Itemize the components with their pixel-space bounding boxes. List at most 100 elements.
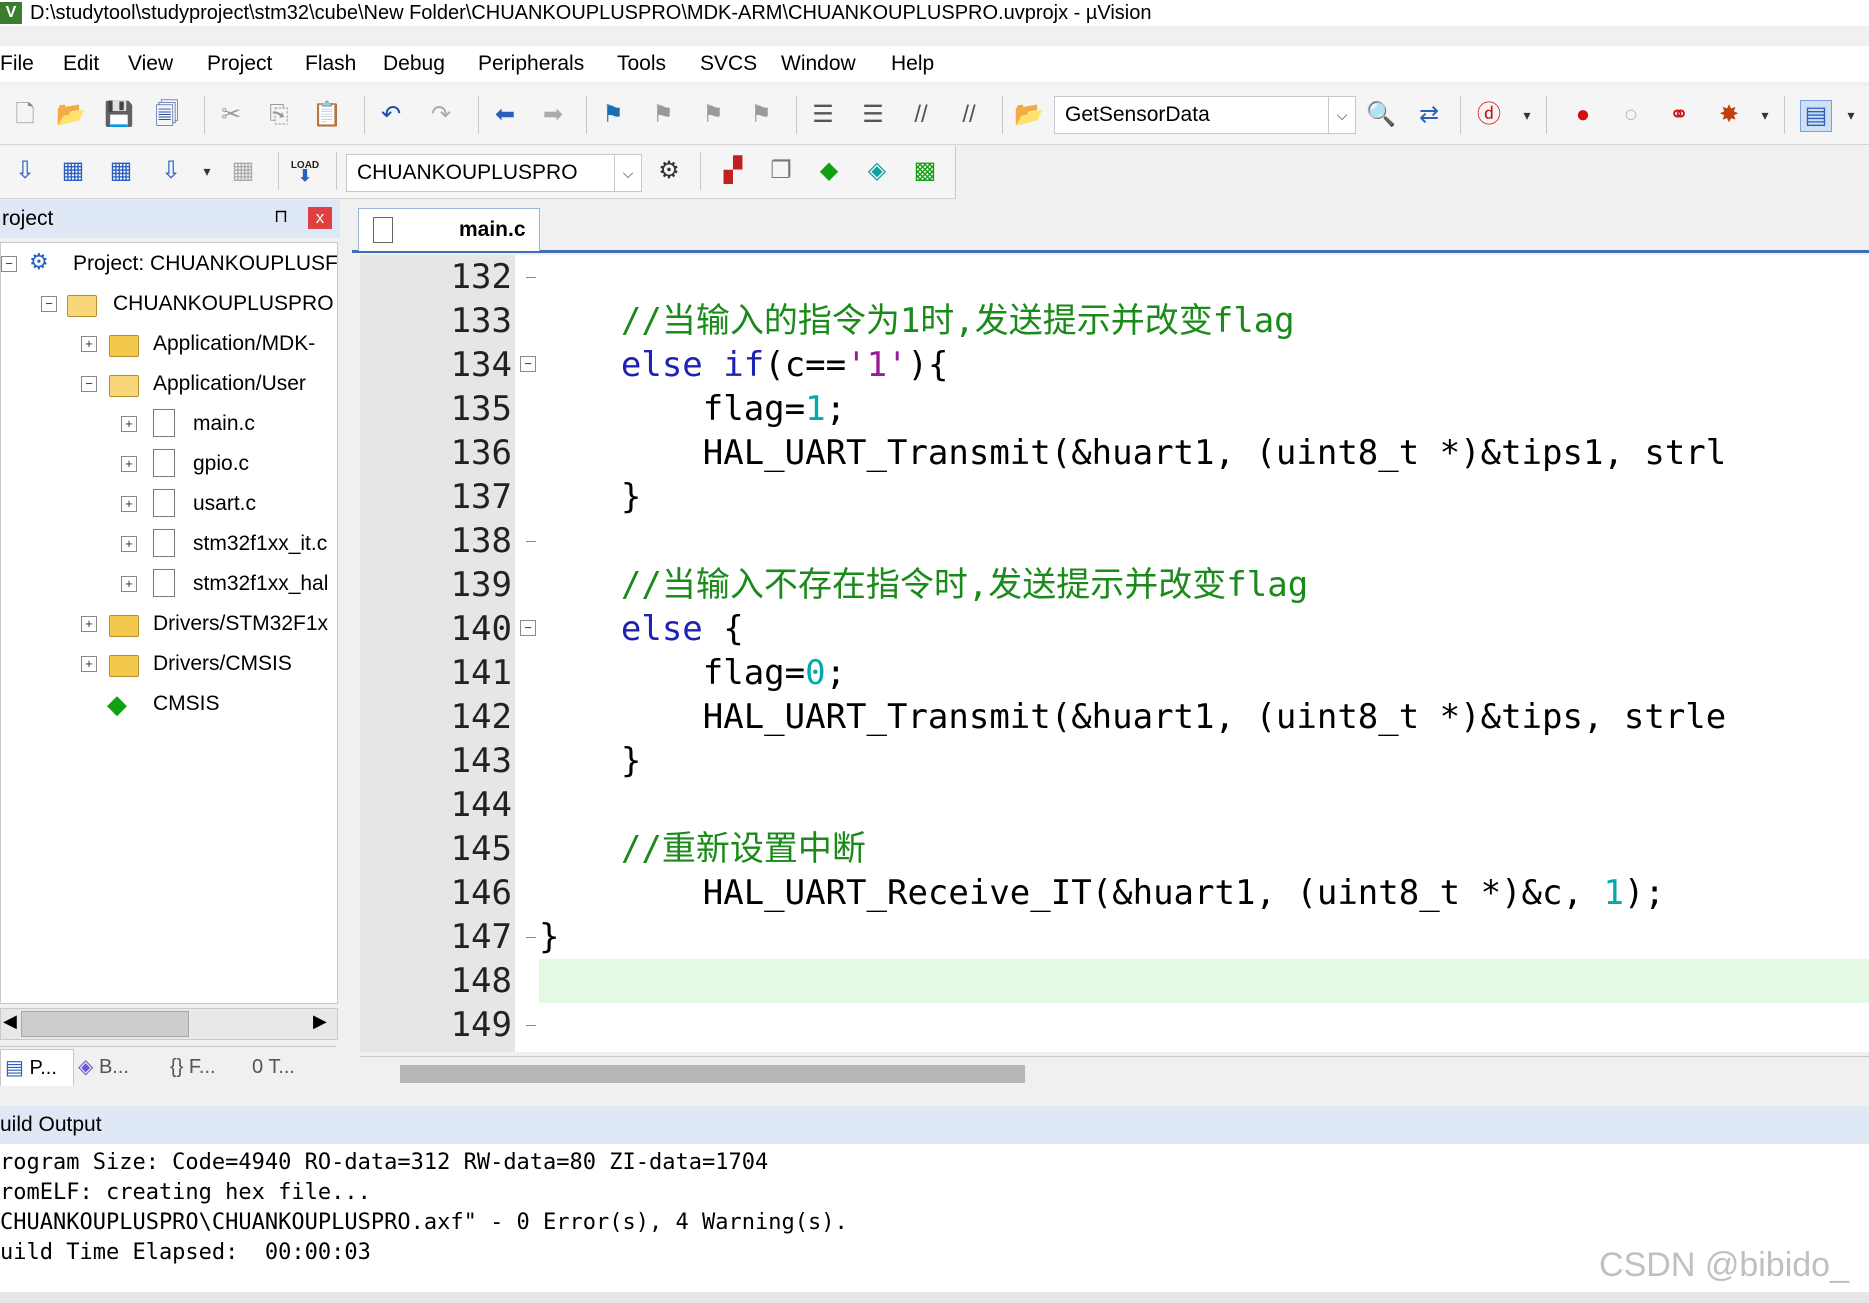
tree-item-file[interactable]: + gpio.c — [1, 447, 337, 485]
open-folder-icon[interactable]: 📂 — [56, 100, 86, 130]
pin-icon[interactable]: ⊓ — [274, 206, 288, 227]
target-combo[interactable]: CHUANKOUPLUSPRO ⌵ — [346, 154, 642, 192]
breakpoint-kill-all-icon[interactable]: ✸ — [1714, 100, 1744, 130]
menu-edit[interactable]: Edit — [63, 46, 99, 82]
expand-icon[interactable]: + — [121, 416, 137, 432]
bookmark-next-icon[interactable]: ⚑ — [698, 100, 728, 130]
tree-item-group[interactable]: + Drivers/STM32F1x — [1, 607, 337, 645]
unindent-icon[interactable]: ☰ — [858, 100, 888, 130]
expand-icon[interactable]: + — [81, 336, 97, 352]
uncomment-icon[interactable]: // — [954, 100, 984, 130]
debug-session-icon[interactable]: ⓓ — [1474, 100, 1504, 130]
tree-item-target[interactable]: − CHUANKOUPLUSPRO — [1, 287, 337, 325]
menu-peripherals[interactable]: Peripherals — [478, 46, 584, 82]
copy-icon[interactable]: ⎘ — [264, 100, 294, 130]
fold-collapse-icon[interactable]: − — [520, 620, 536, 636]
redo-icon[interactable]: ↷ — [426, 100, 456, 130]
code-area[interactable]: //当输入的指令为1时,发送提示并改变flag else if(c=='1'){… — [539, 255, 1869, 1052]
tab-main-c[interactable]: main.c — [358, 208, 540, 251]
tree-item-file[interactable]: + stm32f1xx_hal — [1, 567, 337, 605]
expand-icon[interactable]: + — [121, 456, 137, 472]
breakpoint-insert-icon[interactable]: ● — [1568, 100, 1598, 130]
collapse-icon[interactable]: − — [41, 296, 57, 312]
tree-item-group[interactable]: + Application/MDK- — [1, 327, 337, 365]
collapse-icon[interactable]: − — [81, 376, 97, 392]
editor-horizontal-scrollbar[interactable] — [360, 1056, 1869, 1087]
expand-icon[interactable]: + — [121, 536, 137, 552]
tree-item-group[interactable]: + Drivers/CMSIS — [1, 647, 337, 685]
menu-file[interactable]: File — [0, 46, 34, 82]
batch-build-icon[interactable]: ⇩ — [156, 156, 186, 186]
bookmark-prev-icon[interactable]: ⚑ — [648, 100, 678, 130]
manage-runtime-env-icon[interactable]: ◆ — [814, 156, 844, 186]
download-load-icon[interactable]: LOAD ⬇ — [290, 156, 320, 186]
tree-item-file[interactable]: + main.c — [1, 407, 337, 445]
tab-templates[interactable]: 0 T... — [252, 1049, 336, 1085]
undo-icon[interactable]: ↶ — [376, 100, 406, 130]
close-icon[interactable]: x — [308, 207, 332, 229]
fold-collapse-icon[interactable]: − — [520, 356, 536, 372]
expand-icon[interactable]: + — [81, 656, 97, 672]
save-all-icon[interactable]: 🗐 — [152, 100, 182, 130]
menu-help[interactable]: Help — [891, 46, 934, 82]
target-options-icon[interactable]: ⚙ — [654, 156, 684, 186]
scrollbar-thumb[interactable] — [21, 1011, 189, 1037]
find-combo[interactable]: GetSensorData ⌵ — [1054, 96, 1356, 134]
project-panel-header: roject ⊓ x — [0, 200, 340, 238]
comment-icon[interactable]: // — [906, 100, 936, 130]
tree-item-project[interactable]: − ⚙ Project: CHUANKOUPLUSF — [1, 247, 338, 285]
file-extensions-icon[interactable]: ▞ — [718, 156, 748, 186]
window-layout-dropdown-icon[interactable]: ▾ — [1836, 100, 1866, 130]
menu-svcs[interactable]: SVCS — [700, 46, 757, 82]
tab-functions[interactable]: {} F... — [170, 1049, 250, 1085]
find-icon[interactable]: 🔍 — [1366, 100, 1396, 130]
tree-item-component[interactable]: ◆ CMSIS — [1, 687, 337, 725]
navigate-back-icon[interactable]: ⬅ — [490, 100, 520, 130]
breakpoint-enable-icon[interactable]: ○ — [1616, 100, 1646, 130]
bookmark-toggle-icon[interactable]: ⚑ — [598, 100, 628, 130]
tree-item-file[interactable]: + usart.c — [1, 487, 337, 525]
menu-view[interactable]: View — [128, 46, 173, 82]
menu-flash[interactable]: Flash — [305, 46, 356, 82]
scroll-left-icon[interactable]: ◀ — [3, 1011, 17, 1032]
menu-debug[interactable]: Debug — [383, 46, 445, 82]
pack-installer-icon[interactable]: ▩ — [910, 156, 940, 186]
stop-build-icon[interactable]: ▦ — [228, 156, 258, 186]
indent-icon[interactable]: ☰ — [808, 100, 838, 130]
build-icon[interactable]: ▦ — [58, 156, 88, 186]
rebuild-icon[interactable]: ▦ — [106, 156, 136, 186]
navigate-forward-icon[interactable]: ➡ — [538, 100, 568, 130]
select-packs-icon[interactable]: ◈ — [862, 156, 892, 186]
tab-project[interactable]: ▤ P... — [0, 1049, 74, 1086]
menu-project[interactable]: Project — [207, 46, 272, 82]
paste-icon[interactable]: 📋 — [312, 100, 342, 130]
collapse-icon[interactable]: − — [1, 256, 17, 272]
menu-tools[interactable]: Tools — [617, 46, 666, 82]
menu-window[interactable]: Window — [781, 46, 856, 82]
expand-icon[interactable]: + — [121, 576, 137, 592]
expand-icon[interactable]: + — [81, 616, 97, 632]
translate-icon[interactable]: ⇩ — [10, 156, 40, 186]
incremental-find-icon[interactable]: ⇄ — [1414, 100, 1444, 130]
tree-item-group[interactable]: − Application/User — [1, 367, 337, 405]
manage-multi-project-icon[interactable]: ❐ — [766, 156, 796, 186]
cut-icon[interactable]: ✂ — [216, 100, 246, 130]
tree-horizontal-scrollbar[interactable]: ◀ ▶ — [0, 1008, 338, 1040]
expand-icon[interactable]: + — [121, 496, 137, 512]
debug-dropdown-icon[interactable]: ▾ — [1512, 100, 1542, 130]
scroll-right-icon[interactable]: ▶ — [313, 1011, 327, 1032]
tree-item-file[interactable]: + stm32f1xx_it.c — [1, 527, 337, 565]
batch-build-dropdown-icon[interactable]: ▾ — [192, 156, 222, 186]
breakpoint-dropdown-icon[interactable]: ▾ — [1750, 100, 1780, 130]
chevron-down-icon[interactable]: ⌵ — [614, 155, 641, 191]
window-layout-icon[interactable]: ▤ — [1800, 100, 1832, 132]
breakpoint-disable-all-icon[interactable]: ⚭ — [1664, 100, 1694, 130]
find-in-files-icon[interactable]: 📂 — [1014, 100, 1044, 130]
scrollbar-thumb[interactable] — [400, 1065, 1025, 1083]
chevron-down-icon[interactable]: ⌵ — [1328, 97, 1355, 133]
save-icon[interactable]: 💾 — [104, 100, 134, 130]
tab-books[interactable]: ◈ B... — [78, 1049, 158, 1085]
bookmark-clear-icon[interactable]: ⚑ — [746, 100, 776, 130]
new-file-icon[interactable]: 🗋 — [10, 100, 40, 130]
line-number: 132 — [450, 257, 512, 297]
